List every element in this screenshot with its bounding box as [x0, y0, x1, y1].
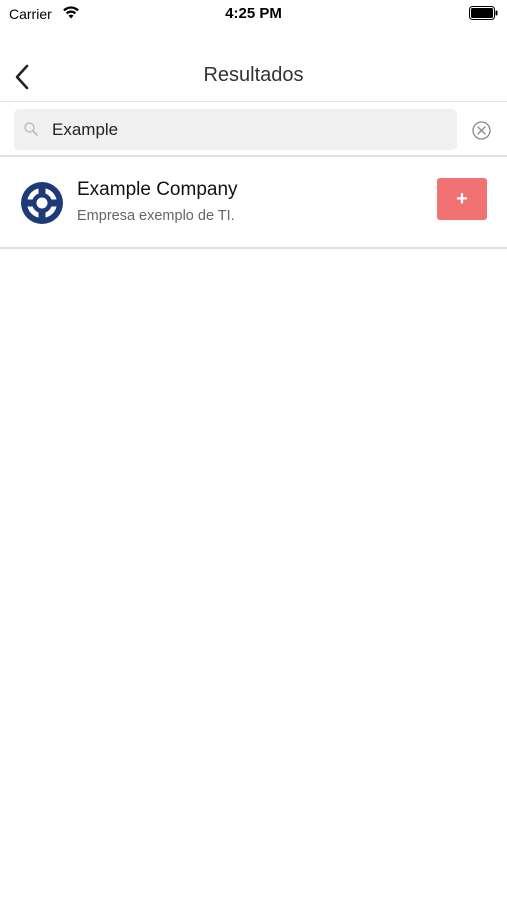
status-bar: Carrier 4:25 PM [0, 0, 507, 28]
lifebuoy-icon [21, 182, 63, 224]
result-subtitle: Empresa exemplo de TI. [77, 208, 235, 224]
nav-bar: Resultados [0, 52, 507, 102]
search-field[interactable] [14, 109, 457, 150]
page-title: Resultados [203, 64, 304, 86]
search-bar [0, 103, 507, 157]
add-button[interactable]: + [437, 178, 487, 220]
search-input[interactable] [52, 109, 447, 150]
battery-icon [469, 6, 498, 20]
list-item[interactable]: Example Company Empresa exemplo de TI. + [0, 159, 507, 249]
result-title: Example Company [77, 179, 238, 200]
status-time: 4:25 PM [225, 5, 282, 22]
search-icon [24, 122, 38, 136]
clear-search-icon[interactable] [471, 120, 492, 141]
